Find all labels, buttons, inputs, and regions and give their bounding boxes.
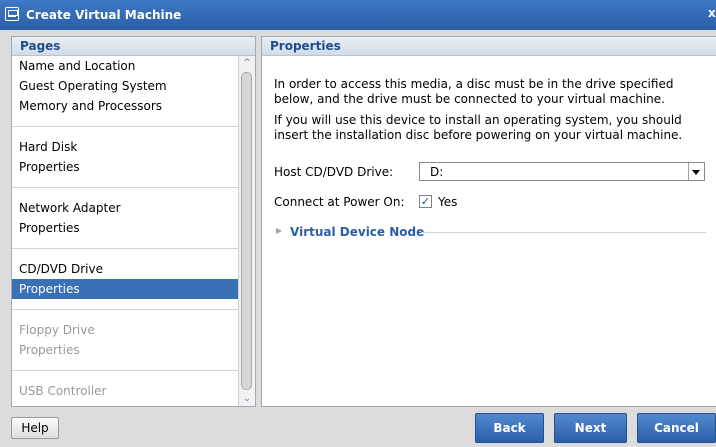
nav-separator [12,360,238,381]
nav-item-usb-controller: USB Controller [19,384,107,398]
scroll-thumb[interactable] [241,72,252,390]
nav-item-network-properties[interactable]: Properties [12,218,238,238]
nav-separator [12,116,238,137]
title-bar: Create Virtual Machine x [0,0,716,31]
nav-item-network-adapter[interactable]: Network Adapter [12,198,238,218]
scroll-down-icon[interactable]: ⌄ [239,392,255,406]
nav-item-guest-os[interactable]: Guest Operating System [12,76,238,96]
cancel-button[interactable]: Cancel [637,413,716,443]
close-icon[interactable]: x [708,6,716,20]
window-title: Create Virtual Machine [26,8,182,22]
media-info-text: In order to access this media, a disc mu… [274,77,674,106]
nav-item-hard-disk-properties[interactable]: Properties [12,157,238,177]
triangle-right-icon: ▶ [276,226,283,235]
checkmark-icon: ✓ [420,195,431,208]
pages-scrollbar[interactable]: ^ ⌄ [238,56,255,406]
nav-separator [12,299,238,320]
connect-power-checkbox[interactable]: ✓ [419,195,432,208]
properties-header: Properties [262,37,716,56]
nav-item-name-and-location[interactable]: Name and Location [12,56,238,76]
properties-content: In order to access this media, a disc mu… [274,77,704,149]
dialog-body: Pages Name and Location Guest Operating … [0,30,716,408]
section-divider [421,232,706,233]
connect-power-label: Connect at Power On: [274,195,405,209]
pages-panel: Pages Name and Location Guest Operating … [11,36,256,407]
nav-separator [12,238,238,259]
pages-header: Pages [12,37,255,56]
pages-list: Name and Location Guest Operating System… [12,56,238,401]
back-button[interactable]: Back [475,413,544,443]
connect-power-row: Connect at Power On: ✓ Yes [274,195,705,211]
chevron-down-icon[interactable] [688,163,704,180]
vm-icon [5,7,19,21]
connect-power-option-label[interactable]: Yes [438,195,457,209]
scroll-up-icon[interactable]: ^ [239,56,255,70]
nav-item-floppy-drive: Floppy Drive [19,323,95,337]
virtual-device-node-label[interactable]: Virtual Device Node [290,225,424,239]
install-info-text: If you will use this device to install a… [274,113,683,142]
button-bar: Help Back Next Cancel [0,408,716,447]
nav-separator [12,177,238,198]
help-button[interactable]: Help [11,417,59,439]
host-drive-row: Host CD/DVD Drive: D: [274,162,705,181]
virtual-device-node-expander[interactable]: ▶ Virtual Device Node [276,225,706,239]
nav-item-memory-processors[interactable]: Memory and Processors [12,96,238,116]
host-drive-select[interactable]: D: [419,162,705,181]
nav-item-hard-disk[interactable]: Hard Disk [12,137,238,157]
properties-panel: Properties In order to access this media… [261,36,716,407]
next-button[interactable]: Next [554,413,627,443]
nav-item-cd-dvd-properties[interactable]: Properties [12,279,238,299]
host-drive-label: Host CD/DVD Drive: [274,165,394,179]
nav-item-cd-dvd-drive[interactable]: CD/DVD Drive [12,259,238,279]
nav-item-floppy-properties: Properties [19,343,80,357]
host-drive-value: D: [430,165,444,179]
